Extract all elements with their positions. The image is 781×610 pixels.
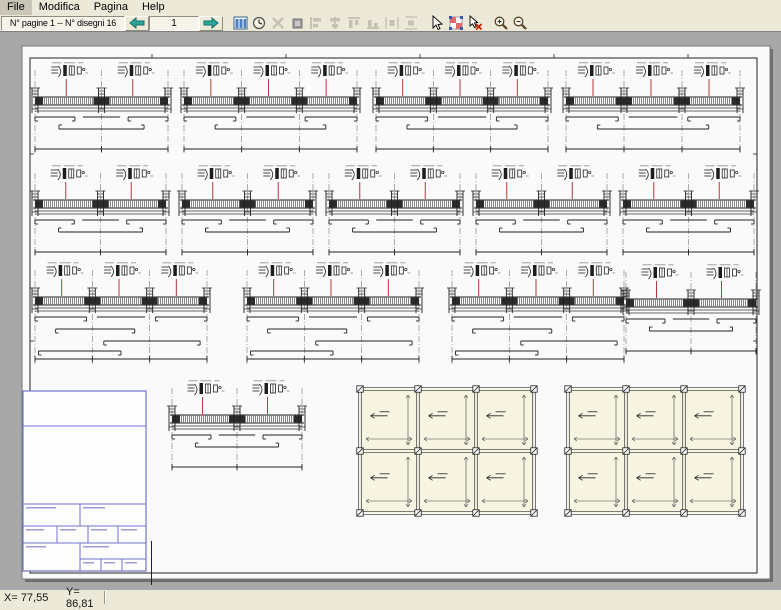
- zoom-out-icon: [512, 15, 528, 31]
- menu-pagina[interactable]: Pagina: [87, 0, 135, 15]
- cursor-y-coordinate: Y= 86,81: [62, 586, 102, 610]
- slab-plan-drawing[interactable]: [357, 386, 537, 516]
- arrow-left-icon: [128, 17, 146, 29]
- menu-file[interactable]: File: [0, 0, 32, 15]
- menu-help[interactable]: Help: [135, 0, 172, 15]
- align-top-button[interactable]: [344, 15, 363, 31]
- toolbar-gap: [484, 23, 491, 24]
- menu-bar: File Modifica Pagina Help: [0, 0, 781, 15]
- cursor-x-coordinate: X= 77,55: [0, 592, 62, 604]
- snap-grid-icon: [448, 15, 464, 31]
- align-bottom-button[interactable]: [363, 15, 382, 31]
- page-layout-button[interactable]: [230, 15, 249, 31]
- zoom-in-icon: [493, 15, 509, 31]
- align-center-vertical-button[interactable]: [325, 15, 344, 31]
- rotate-icon: [251, 15, 267, 31]
- drawing-sheet-view: [0, 32, 781, 590]
- align-left-icon: [308, 15, 324, 31]
- delete-button[interactable]: [268, 15, 287, 31]
- align-center-vertical-icon: [327, 15, 343, 31]
- distribute-vertical-icon: [403, 15, 419, 31]
- align-left-button[interactable]: [306, 15, 325, 31]
- deselect-icon: [467, 15, 483, 31]
- slab-plan-drawing[interactable]: [565, 386, 745, 516]
- move-button[interactable]: [287, 15, 306, 31]
- toolbar: N° pagine 1 -- N° disegni 16 1: [0, 15, 781, 31]
- deselect-button[interactable]: [465, 15, 484, 31]
- select-icon: [429, 15, 445, 31]
- toolbar-gap: [420, 23, 427, 24]
- snap-grid-button[interactable]: [446, 15, 465, 31]
- delete-icon: [270, 15, 286, 31]
- move-icon: [289, 15, 305, 31]
- rotate-button[interactable]: [249, 15, 268, 31]
- page-layout-icon: [232, 15, 248, 31]
- distribute-horizontal-icon: [384, 15, 400, 31]
- app-window: File Modifica Pagina Help N° pagine 1 --…: [0, 0, 781, 605]
- toolbar-gap: [223, 23, 230, 24]
- arrow-right-icon: [202, 17, 220, 29]
- select-button[interactable]: [427, 15, 446, 31]
- menu-modifica[interactable]: Modifica: [32, 0, 87, 15]
- page-number-field[interactable]: 1: [149, 16, 199, 31]
- drawing-canvas[interactable]: [0, 31, 781, 590]
- page-info-panel: N° pagine 1 -- N° disegni 16: [1, 16, 125, 31]
- title-block[interactable]: [23, 391, 152, 585]
- status-bar: X= 77,55 Y= 86,81: [0, 590, 781, 605]
- align-top-icon: [346, 15, 362, 31]
- align-bottom-icon: [365, 15, 381, 31]
- zoom-out-button[interactable]: [510, 15, 529, 31]
- distribute-horizontal-button[interactable]: [382, 15, 401, 31]
- next-page-button[interactable]: [199, 16, 223, 31]
- previous-page-button[interactable]: [125, 16, 149, 31]
- distribute-vertical-button[interactable]: [401, 15, 420, 31]
- zoom-in-button[interactable]: [491, 15, 510, 31]
- statusbar-divider: [104, 591, 106, 604]
